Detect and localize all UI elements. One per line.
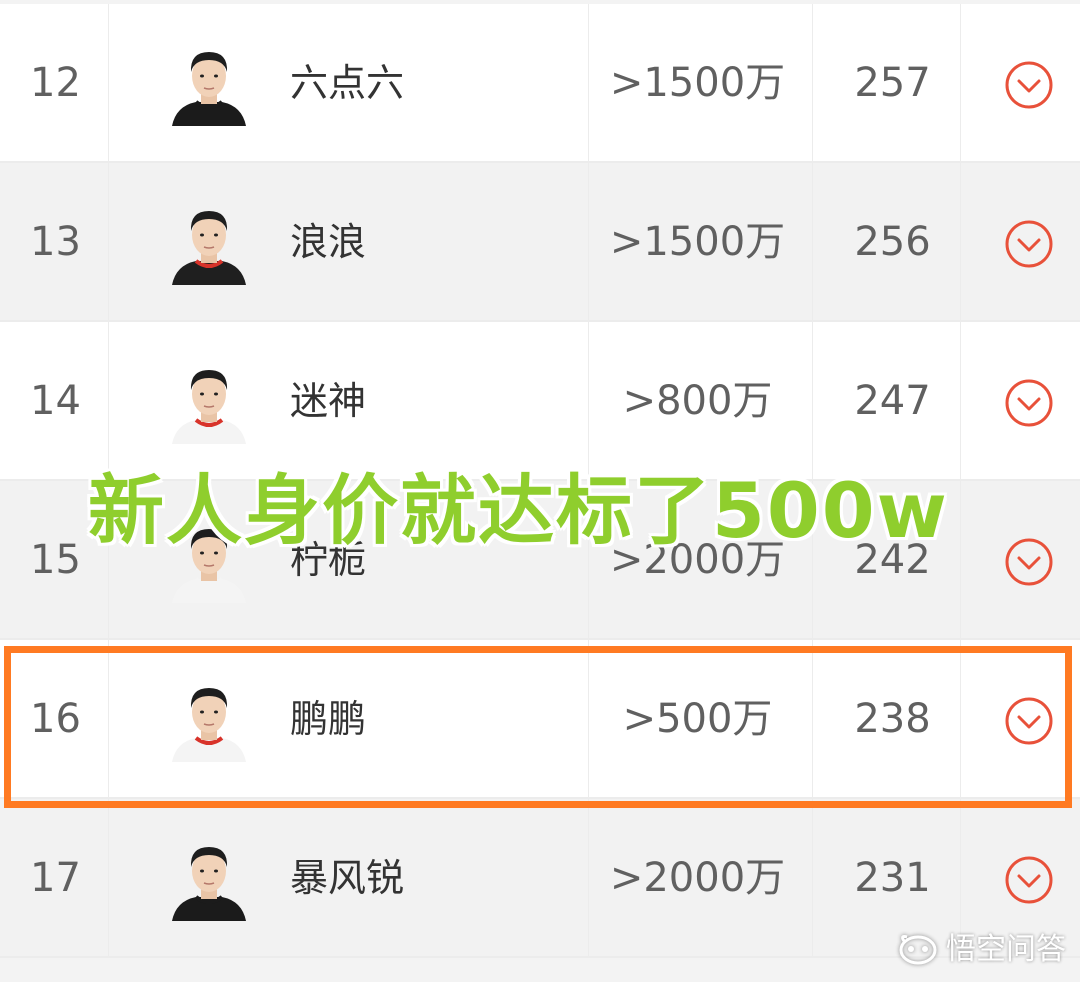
column-divider [108, 322, 109, 479]
player-value: >1500万 [609, 60, 786, 106]
rank-number: 12 [30, 60, 81, 106]
chevron-down-circle-icon[interactable] [1004, 219, 1054, 269]
column-divider [812, 4, 813, 161]
avatar [168, 360, 250, 444]
column-divider [588, 322, 589, 479]
overlay-caption: 新人身价就达标了500w [88, 466, 949, 555]
table-row[interactable]: 12 六点六 >1500万 257 [0, 4, 1080, 163]
player-score: 257 [854, 60, 931, 106]
wukong-logo-icon [899, 935, 937, 965]
table-row[interactable]: 13 浪浪 >1500万 256 [0, 163, 1080, 322]
player-value: >1500万 [609, 219, 786, 265]
table-row[interactable]: 14 迷神 >800万 247 [0, 322, 1080, 481]
player-name: 浪浪 [290, 220, 367, 264]
highlight-box [4, 646, 1072, 808]
player-score: 256 [854, 219, 931, 265]
column-divider [960, 481, 961, 638]
column-divider [108, 4, 109, 161]
rank-number: 17 [30, 855, 81, 901]
avatar [168, 837, 250, 921]
column-divider [812, 322, 813, 479]
chevron-down-circle-icon[interactable] [1004, 378, 1054, 428]
player-name: 暴风锐 [290, 856, 405, 900]
column-divider [588, 799, 589, 956]
column-divider [588, 163, 589, 320]
rank-number: 15 [30, 537, 81, 583]
player-name: 迷神 [290, 379, 367, 423]
column-divider [108, 163, 109, 320]
column-divider [960, 163, 961, 320]
avatar [168, 42, 250, 126]
player-score: 247 [854, 378, 931, 424]
chevron-down-circle-icon[interactable] [1004, 855, 1054, 905]
avatar [168, 201, 250, 285]
player-value: >800万 [622, 378, 773, 424]
player-name: 六点六 [290, 61, 405, 105]
column-divider [812, 163, 813, 320]
column-divider [960, 322, 961, 479]
column-divider [108, 799, 109, 956]
column-divider [960, 4, 961, 161]
watermark: 悟空问答 [898, 932, 1066, 968]
column-divider [812, 799, 813, 956]
chevron-down-circle-icon[interactable] [1004, 537, 1054, 587]
player-value: >2000万 [609, 855, 786, 901]
rank-number: 14 [30, 378, 81, 424]
rank-number: 13 [30, 219, 81, 265]
column-divider [588, 4, 589, 161]
watermark-text: 悟空问答 [946, 932, 1066, 967]
chevron-down-circle-icon[interactable] [1004, 60, 1054, 110]
